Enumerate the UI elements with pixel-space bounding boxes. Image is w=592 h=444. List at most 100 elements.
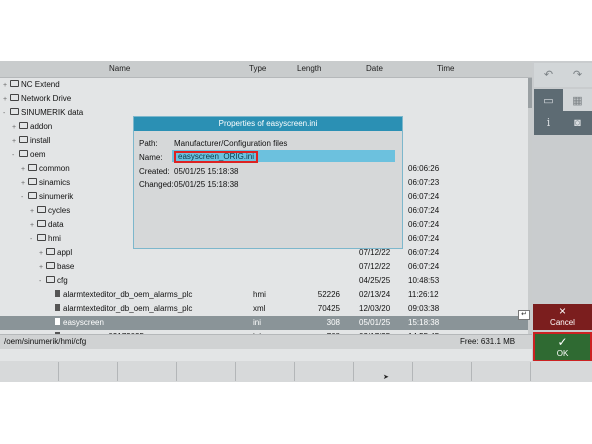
expand-icon[interactable]: - xyxy=(30,236,36,243)
row-time: 06:07:23 xyxy=(408,178,440,187)
expand-icon[interactable]: + xyxy=(3,96,9,103)
row-name: cycles xyxy=(48,206,71,215)
ok-button[interactable]: ✓ OK xyxy=(533,332,592,362)
col-time[interactable]: Time xyxy=(437,64,454,73)
col-type[interactable]: Type xyxy=(249,64,266,73)
row-time: 06:07:24 xyxy=(408,220,440,229)
row-name-cell: + Network Drive xyxy=(3,94,71,103)
file-icon xyxy=(55,304,60,312)
row-name: data xyxy=(48,220,64,229)
expand-icon[interactable]: + xyxy=(30,208,36,215)
hsk-6[interactable] xyxy=(295,362,354,381)
row-time: 06:07:24 xyxy=(408,262,440,271)
row-time: 06:06:26 xyxy=(408,164,440,173)
folder-icon xyxy=(19,150,28,158)
folder-icon xyxy=(28,164,37,172)
hsk-1[interactable] xyxy=(0,362,59,381)
col-length[interactable]: Length xyxy=(297,64,321,73)
folder-row[interactable]: + base 07/12/22 06:07:24 xyxy=(0,260,528,274)
hsk-5[interactable] xyxy=(236,362,295,381)
row-date: 07/12/22 xyxy=(359,248,391,257)
free-space: Free: 631.1 MB xyxy=(460,337,516,346)
file-icon xyxy=(55,290,60,298)
hsk-3[interactable] xyxy=(118,362,177,381)
undo-icon[interactable]: ↶ xyxy=(534,63,563,87)
folder-icon xyxy=(28,192,37,200)
row-name: appl xyxy=(57,248,73,257)
row-name-cell: + data xyxy=(30,220,64,229)
expand-icon[interactable]: + xyxy=(30,222,36,229)
folder-row[interactable]: + Network Drive xyxy=(0,92,528,106)
redo-icon[interactable]: ↷ xyxy=(563,63,592,87)
horizontal-softkey-bar xyxy=(0,361,592,382)
row-name-cell: + install xyxy=(12,136,50,145)
folder-icon xyxy=(19,136,28,144)
row-name-cell: + sinamics xyxy=(21,178,70,187)
row-name: sinamics xyxy=(39,178,71,187)
file-row[interactable]: alarmtexteditor_db_oem_alarms_plc xml 7042… xyxy=(0,302,528,316)
file-row[interactable]: alarmtexteditor_db_oem_alarms_plc hmi 5222… xyxy=(0,288,528,302)
info-icon[interactable]: i xyxy=(534,111,563,135)
row-date: 04/25/25 xyxy=(359,276,391,285)
name-input-text[interactable]: easyscreen_ORIG.ini xyxy=(174,151,259,163)
status-bar: /oem/sinumerik/hmi/cfg Free: 631.1 MB xyxy=(0,334,532,349)
row-name: common xyxy=(39,164,70,173)
col-name[interactable]: Name xyxy=(109,64,130,73)
row-name-cell: + base xyxy=(39,262,74,271)
expand-icon[interactable]: + xyxy=(39,250,45,257)
expand-icon[interactable]: - xyxy=(39,278,45,285)
cancel-button[interactable]: × Cancel xyxy=(533,304,592,330)
file-row[interactable]: easyscreen ini 308 05/01/25 15:18:38 xyxy=(0,316,528,330)
expand-icon[interactable]: + xyxy=(12,124,18,131)
hsk-8[interactable] xyxy=(413,362,472,381)
expand-icon[interactable]: - xyxy=(12,152,18,159)
expand-icon[interactable]: + xyxy=(3,82,9,89)
row-date: 07/12/22 xyxy=(359,262,391,271)
row-name: NC Extend xyxy=(21,80,60,89)
row-time: 06:07:24 xyxy=(408,192,440,201)
enter-icon: ↵ xyxy=(518,310,530,320)
hsk-2[interactable] xyxy=(59,362,118,381)
row-type: xml xyxy=(253,304,266,313)
row-name-cell: + appl xyxy=(39,248,72,257)
changed-label: Changed: xyxy=(139,180,174,189)
folder-row[interactable]: - cfg 04/25/25 10:48:53 xyxy=(0,274,528,288)
folder-row[interactable]: + NC Extend xyxy=(0,78,528,92)
hsk-9[interactable] xyxy=(472,362,531,381)
cancel-label: Cancel xyxy=(550,318,575,327)
expand-icon[interactable]: + xyxy=(21,166,27,173)
folder-icon xyxy=(46,276,55,284)
row-time: 06:07:24 xyxy=(408,234,440,243)
folder-icon xyxy=(37,206,46,214)
name-input[interactable]: easyscreen_ORIG.ini xyxy=(172,150,395,163)
row-name: alarmtexteditor_db_oem_alarms_plc xyxy=(63,304,193,313)
folder-icon xyxy=(10,80,19,88)
folder-icon xyxy=(19,122,28,130)
hsk-4[interactable] xyxy=(177,362,236,381)
camera-icon[interactable]: ◙ xyxy=(563,111,592,135)
grid-icon[interactable]: ▦ xyxy=(563,89,592,113)
row-date: 02/13/24 xyxy=(359,290,391,299)
row-type: hmi xyxy=(253,290,266,299)
operate-screen: Name Type Length Date Time + NC Extend + Ne… xyxy=(0,61,592,382)
folder-icon xyxy=(10,108,19,116)
mouse-cursor-icon: ➤ xyxy=(383,374,389,381)
folder-icon xyxy=(28,178,37,186)
row-name-cell: - SINUMERIK data xyxy=(3,108,83,117)
row-time: 06:07:24 xyxy=(408,248,440,257)
row-name-cell: + addon xyxy=(12,122,52,131)
expand-icon[interactable]: + xyxy=(21,180,27,187)
row-name-cell: - oem xyxy=(12,150,46,159)
row-length: 70425 xyxy=(317,304,340,313)
row-name: base xyxy=(57,262,75,271)
expand-icon[interactable]: + xyxy=(12,138,18,145)
col-date[interactable]: Date xyxy=(366,64,383,73)
expand-icon[interactable]: - xyxy=(3,110,9,117)
screen-icon[interactable]: ▭ xyxy=(534,89,563,113)
row-name-cell: + common xyxy=(21,164,70,173)
expand-icon[interactable]: - xyxy=(21,194,27,201)
row-time: 10:48:53 xyxy=(408,276,440,285)
close-icon: × xyxy=(558,304,566,318)
folder-icon xyxy=(37,220,46,228)
expand-icon[interactable]: + xyxy=(39,264,45,271)
